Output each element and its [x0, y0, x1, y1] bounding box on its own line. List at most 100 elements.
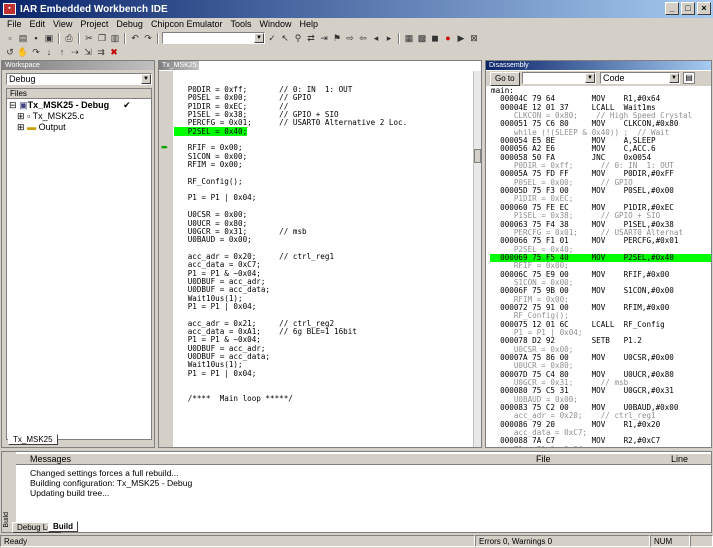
find-next-icon[interactable]: ✓: [266, 32, 278, 44]
menu-project[interactable]: Project: [76, 19, 112, 29]
find-prev-icon[interactable]: ↖: [279, 32, 291, 44]
messages-list[interactable]: Changed settings forces a full rebuild..…: [2, 468, 192, 498]
main-toolbar: ▫ ▤ ▪ ▣ ⎙ ✂ ❐ ▥ ↶ ↷ ▼ ✓ ↖ ⚲ ⇄ ⇥ ⚑ ⇨ ⇦ ◂ …: [0, 31, 713, 45]
config-select[interactable]: Debug ▼: [6, 73, 152, 85]
current-line-arrow-icon: ➨: [161, 142, 169, 152]
stop-build-icon[interactable]: ◼: [429, 32, 441, 44]
message-row[interactable]: Changed settings forces a full rebuild..…: [2, 468, 192, 478]
expand-icon[interactable]: ⊞: [17, 111, 25, 121]
source-line: P1 = P1 & ~0x04;: [490, 445, 711, 447]
debug-stop-icon[interactable]: ⊠: [468, 32, 480, 44]
break-icon[interactable]: ✋: [17, 46, 29, 58]
messages-panel: Build Messages File Line Changed setting…: [1, 451, 712, 533]
scroll-thumb[interactable]: [474, 149, 481, 163]
disassembly-view[interactable]: main: 00004C 79 64 MOV R1,#0x64 00004E 1…: [490, 86, 711, 447]
undo-icon[interactable]: ↶: [129, 32, 141, 44]
minimize-button[interactable]: _: [665, 2, 679, 15]
chevron-down-icon[interactable]: ▼: [585, 73, 595, 83]
make-icon[interactable]: ▩: [416, 32, 428, 44]
next-statement-icon[interactable]: ⇢: [69, 46, 81, 58]
goto-button[interactable]: Go to: [490, 72, 520, 86]
menu-view[interactable]: View: [49, 19, 76, 29]
code-line: RF_Config();: [174, 176, 243, 186]
new-file-icon[interactable]: ▫: [4, 32, 16, 44]
save-all-icon[interactable]: ▣: [43, 32, 55, 44]
line-column[interactable]: Line: [671, 454, 688, 465]
menu-edit[interactable]: Edit: [26, 19, 50, 29]
code-editor[interactable]: P0DIR = 0xff; // 0: IN 1: OUT P0SEL = 0x…: [174, 85, 469, 403]
code-line: P2SEL = 0x40;: [174, 126, 469, 136]
paste-icon[interactable]: ▥: [109, 32, 121, 44]
disassembly-panel: Disassembly Go to ▼ Code ▼ ▤ main: 00004C…: [485, 60, 712, 448]
output-label: Output: [38, 122, 66, 132]
step-out-icon[interactable]: ↑: [56, 46, 68, 58]
status-errors: Errors 0, Warnings 0: [475, 535, 650, 547]
open-file-icon[interactable]: ▤: [17, 32, 29, 44]
save-icon[interactable]: ▪: [30, 32, 42, 44]
nav-back-icon[interactable]: ◂: [370, 32, 382, 44]
menu-tools[interactable]: Tools: [226, 19, 255, 29]
menu-debug[interactable]: Debug: [112, 19, 147, 29]
menu-file[interactable]: File: [3, 19, 26, 29]
breakpoint-icon[interactable]: ●: [442, 32, 454, 44]
expand-icon[interactable]: ⊞: [17, 122, 25, 132]
redo-icon[interactable]: ↷: [142, 32, 154, 44]
active-check-icon: ✔: [123, 100, 131, 110]
file-label: Tx_MSK25.c: [32, 111, 85, 121]
next-bookmark-icon[interactable]: ⇨: [344, 32, 356, 44]
output-node[interactable]: ⊞ ▬ Output: [9, 122, 151, 133]
tab-build[interactable]: Build: [48, 521, 78, 532]
maximize-button[interactable]: □: [681, 2, 695, 15]
message-row[interactable]: Updating build tree...: [2, 488, 192, 498]
compile-icon[interactable]: ▦: [403, 32, 415, 44]
chevron-down-icon[interactable]: ▼: [254, 33, 264, 43]
file-node[interactable]: ⊞ ▫ Tx_MSK25.c: [9, 111, 151, 122]
files-header: Files: [7, 89, 151, 99]
bookmark-icon[interactable]: ⚑: [331, 32, 343, 44]
messages-column[interactable]: Messages: [30, 454, 71, 465]
menu-window[interactable]: Window: [256, 19, 296, 29]
messages-header: Messages File Line: [16, 454, 711, 465]
menu-chipcon-emulator[interactable]: Chipcon Emulator: [147, 19, 227, 29]
go-icon[interactable]: ⇉: [95, 46, 107, 58]
project-label: Tx_MSK25 - Debug: [27, 100, 110, 110]
collapse-icon[interactable]: ⊟: [9, 100, 17, 110]
editor-tab[interactable]: Tx_MSK25.c: [159, 61, 202, 70]
disasm-options-icon[interactable]: ▤: [683, 72, 695, 84]
cut-icon[interactable]: ✂: [83, 32, 95, 44]
copy-icon[interactable]: ❐: [96, 32, 108, 44]
step-over-icon[interactable]: ↷: [30, 46, 42, 58]
chevron-down-icon[interactable]: ▼: [669, 73, 679, 83]
project-node[interactable]: ⊟ ▣Tx_MSK25 - Debug ✔: [9, 100, 151, 111]
goto-input[interactable]: ▼: [522, 72, 596, 84]
file-column[interactable]: File: [536, 454, 551, 465]
find-combo[interactable]: ▼: [162, 32, 265, 44]
nav-forward-icon[interactable]: ▸: [383, 32, 395, 44]
close-button[interactable]: ×: [697, 2, 711, 15]
stop-debug-icon[interactable]: ✖: [108, 46, 120, 58]
tab-tx-msk25[interactable]: Tx_MSK25: [8, 434, 58, 445]
debug-toolbar: ↺ ✋ ↷ ↓ ↑ ⇢ ⇲ ⇉ ✖: [0, 45, 160, 59]
editor-scrollbar[interactable]: [473, 71, 481, 447]
workspace-panel: Workspace Debug ▼ Files ⊟ ▣Tx_MSK25 - De…: [1, 60, 155, 448]
menu-help[interactable]: Help: [296, 19, 323, 29]
step-into-icon[interactable]: ↓: [43, 46, 55, 58]
print-icon[interactable]: ⎙: [63, 32, 75, 44]
chevron-down-icon[interactable]: ▼: [141, 74, 151, 84]
prev-bookmark-icon[interactable]: ⇦: [357, 32, 369, 44]
resize-grip[interactable]: [690, 535, 713, 547]
replace-icon[interactable]: ⇄: [305, 32, 317, 44]
disasm-toolbar: Go to ▼ Code ▼ ▤: [486, 71, 711, 86]
mode-select[interactable]: Code ▼: [600, 72, 680, 84]
ide-window: ▪ IAR Embedded Workbench IDE _ □ × File E…: [0, 0, 713, 548]
goto-icon[interactable]: ⇥: [318, 32, 330, 44]
debug-icon[interactable]: ▶: [455, 32, 467, 44]
config-value: Debug: [9, 74, 36, 84]
menu-bar: File Edit View Project Debug Chipcon Emulator…: [0, 18, 713, 30]
reset-icon[interactable]: ↺: [4, 46, 16, 58]
message-row[interactable]: Building configuration: Tx_MSK25 - Debug: [2, 478, 192, 488]
find-icon[interactable]: ⚲: [292, 32, 304, 44]
status-bar: Ready Errors 0, Warnings 0 NUM: [0, 535, 713, 548]
run-to-cursor-icon[interactable]: ⇲: [82, 46, 94, 58]
